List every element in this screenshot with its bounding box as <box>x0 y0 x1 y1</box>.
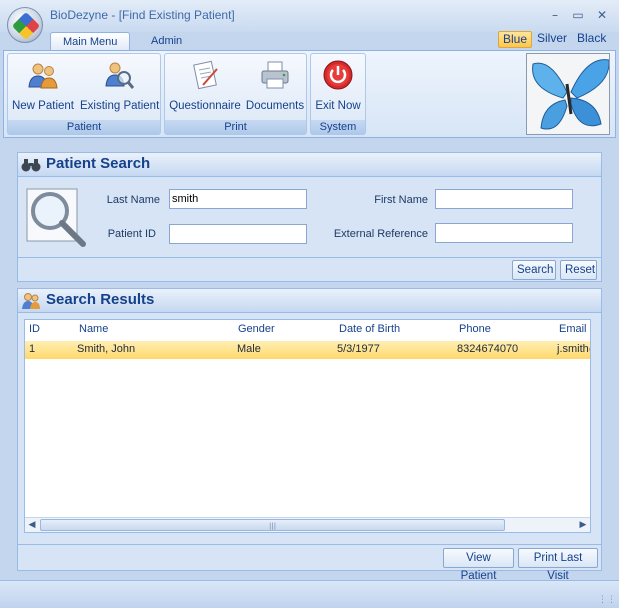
first-name-label: First Name <box>374 194 428 206</box>
new-patient-label: New Patient <box>11 100 74 112</box>
column-header-date-of-birth[interactable]: Date of Birth <box>339 323 400 335</box>
window-title: BioDezyne - [Find Existing Patient] <box>50 8 235 22</box>
cell-id: 1 <box>29 343 36 355</box>
ribbon-group-patient: New Patient Existing Patient Patient <box>7 53 161 135</box>
horizontal-scrollbar[interactable]: ◀ ||| ▶ <box>25 517 590 532</box>
existing-patient-label: Existing Patient <box>80 100 160 112</box>
minimize-button[interactable]: – <box>546 6 564 24</box>
print-last-visit-button[interactable]: Print Last Visit <box>518 548 598 582</box>
patient-search-panel: Patient Search Last Name First Name Pati… <box>17 152 602 282</box>
column-header-id[interactable]: ID <box>29 323 40 335</box>
scroll-left-icon[interactable]: ◀ <box>26 519 38 531</box>
view-patient-button[interactable]: View Patient <box>443 548 514 582</box>
close-button[interactable]: ✕ <box>593 6 611 24</box>
binoculars-icon <box>21 159 41 172</box>
results-divider <box>18 544 601 545</box>
theme-silver[interactable]: Silver <box>533 31 571 48</box>
table-row[interactable]: 1 Smith, John Male 5/3/1977 8324674070 j… <box>25 341 590 359</box>
questionnaire-icon <box>193 60 218 90</box>
column-header-email[interactable]: Email <box>559 323 587 335</box>
documents-label: Documents <box>245 100 305 112</box>
cell-email: j.smith@ <box>557 343 590 355</box>
results-grid: ID Name Gender Date of Birth Phone Email… <box>24 319 591 533</box>
cell-date-of-birth: 5/3/1977 <box>337 343 380 355</box>
tab-main-menu[interactable]: Main Menu <box>50 32 131 51</box>
column-header-phone[interactable]: Phone <box>459 323 491 335</box>
last-name-label: Last Name <box>106 194 160 206</box>
search-results-panel: Search Results ID Name Gender Date of Bi… <box>17 288 602 582</box>
cell-name: Smith, John <box>77 343 136 355</box>
app-menu-button[interactable] <box>7 7 43 43</box>
users-icon <box>22 293 40 309</box>
external-reference-label: External Reference <box>333 228 428 240</box>
questionnaire-label: Questionnaire <box>169 100 241 112</box>
tab-admin[interactable]: Admin <box>139 32 194 51</box>
scrollbar-thumb[interactable]: ||| <box>40 519 505 531</box>
existing-patient-button[interactable]: Existing Patient <box>80 56 160 118</box>
app-logo-icon <box>11 11 41 41</box>
exit-now-label: Exit Now <box>315 100 361 112</box>
theme-black[interactable]: Black <box>573 31 610 48</box>
last-name-input[interactable] <box>169 189 307 209</box>
scroll-right-icon[interactable]: ▶ <box>577 519 589 531</box>
patient-id-input[interactable] <box>169 224 307 244</box>
ribbon-group-print-label: Print <box>165 120 306 134</box>
questionnaire-button[interactable]: Questionnaire <box>167 56 243 118</box>
external-reference-input[interactable] <box>435 223 573 243</box>
patient-search-title: Patient Search <box>46 155 151 172</box>
new-patient-button[interactable]: New Patient <box>10 56 76 118</box>
ribbon-group-print: Questionnaire Documents Print <box>164 53 307 135</box>
status-bar: ⋮⋮ <box>0 580 619 608</box>
patient-id-label: Patient ID <box>107 228 156 240</box>
search-results-header: Search Results <box>18 289 601 313</box>
documents-button[interactable]: Documents <box>245 56 305 118</box>
column-header-name[interactable]: Name <box>79 323 108 335</box>
ribbon-group-system-label: System <box>311 120 365 134</box>
search-divider <box>18 257 601 258</box>
ribbon-group-system: Exit Now System <box>310 53 366 135</box>
title-bar: BioDezyne - [Find Existing Patient] – ▭ … <box>0 0 619 32</box>
magnifier-icon <box>26 188 86 247</box>
patient-search-header: Patient Search <box>18 153 601 177</box>
power-icon <box>323 60 353 90</box>
grid-header: ID Name Gender Date of Birth Phone Email <box>25 320 590 340</box>
column-header-gender[interactable]: Gender <box>238 323 275 335</box>
resize-grip-icon[interactable]: ⋮⋮ <box>598 595 616 605</box>
reset-button[interactable]: Reset <box>560 260 597 280</box>
printer-icon <box>261 61 289 89</box>
search-user-icon <box>105 62 135 89</box>
exit-now-button[interactable]: Exit Now <box>313 56 363 118</box>
first-name-input[interactable] <box>435 189 573 209</box>
ribbon-group-patient-label: Patient <box>8 120 160 134</box>
users-icon <box>28 63 58 89</box>
search-results-title: Search Results <box>46 291 155 308</box>
cell-gender: Male <box>237 343 261 355</box>
butterfly-logo-image <box>526 53 610 135</box>
maximize-button[interactable]: ▭ <box>569 6 587 24</box>
cell-phone: 8324674070 <box>457 343 519 355</box>
search-button[interactable]: Search <box>512 260 556 280</box>
theme-blue[interactable]: Blue <box>498 31 533 48</box>
ribbon: New Patient Existing Patient Patient Que… <box>3 50 616 138</box>
